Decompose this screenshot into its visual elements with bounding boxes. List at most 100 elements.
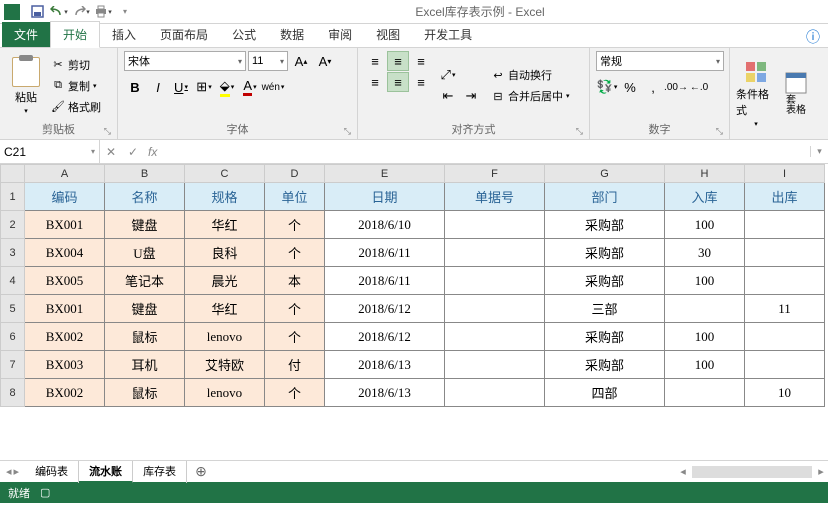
cell[interactable]: 艾特欧: [185, 351, 265, 379]
cell[interactable]: 30: [665, 239, 745, 267]
expand-formula-bar[interactable]: ▾: [810, 146, 828, 157]
merge-center-button[interactable]: ⊟合并后居中▾: [489, 86, 572, 106]
qat-customize[interactable]: ▾: [114, 2, 136, 22]
cell[interactable]: 个: [265, 295, 325, 323]
header-cell[interactable]: 名称: [105, 183, 185, 211]
formatpainter-button[interactable]: 🖌格式刷: [49, 97, 103, 117]
cell[interactable]: BX002: [25, 323, 105, 351]
font-size-combo[interactable]: 11▾: [248, 51, 288, 71]
hscrollbar[interactable]: [692, 466, 812, 478]
cell[interactable]: 100: [665, 267, 745, 295]
cell[interactable]: 晨光: [185, 267, 265, 295]
cell[interactable]: 个: [265, 211, 325, 239]
header-cell[interactable]: 出库: [745, 183, 825, 211]
col-header[interactable]: F: [445, 165, 545, 183]
cell[interactable]: [745, 239, 825, 267]
cancel-formula-icon[interactable]: ✕: [100, 145, 122, 159]
cell[interactable]: BX003: [25, 351, 105, 379]
border-button[interactable]: ⊞▾: [193, 77, 215, 97]
hscroll-right[interactable]: ▸: [814, 465, 828, 478]
cell[interactable]: 100: [665, 323, 745, 351]
dialog-launcher-icon[interactable]: ⤡: [104, 126, 111, 137]
cell[interactable]: 良科: [185, 239, 265, 267]
enter-formula-icon[interactable]: ✓: [122, 145, 144, 159]
underline-button[interactable]: U▾: [170, 77, 192, 97]
cell[interactable]: BX002: [25, 379, 105, 407]
font-color-button[interactable]: A▾: [239, 77, 261, 97]
cell[interactable]: 2018/6/11: [325, 267, 445, 295]
header-cell[interactable]: 部门: [545, 183, 665, 211]
col-header[interactable]: D: [265, 165, 325, 183]
cell[interactable]: [445, 211, 545, 239]
header-cell[interactable]: 规格: [185, 183, 265, 211]
number-format-combo[interactable]: 常规▾: [596, 51, 724, 71]
tab-formulas[interactable]: 公式: [220, 22, 268, 47]
header-cell[interactable]: 入库: [665, 183, 745, 211]
cell[interactable]: [745, 323, 825, 351]
italic-button[interactable]: I: [147, 77, 169, 97]
select-all-corner[interactable]: [1, 165, 25, 183]
tab-review[interactable]: 审阅: [316, 22, 364, 47]
quickprint-button[interactable]: ▾: [92, 2, 114, 22]
cell[interactable]: 11: [745, 295, 825, 323]
fill-color-button[interactable]: ⬙▾: [216, 77, 238, 97]
row-header[interactable]: 7: [1, 351, 25, 379]
font-name-combo[interactable]: 宋体▾: [124, 51, 246, 71]
cell[interactable]: [445, 295, 545, 323]
cell[interactable]: [665, 295, 745, 323]
cell[interactable]: 2018/6/13: [325, 379, 445, 407]
cell[interactable]: 鼠标: [105, 379, 185, 407]
dialog-launcher-icon[interactable]: ⤡: [344, 126, 351, 137]
header-cell[interactable]: 单据号: [445, 183, 545, 211]
cell[interactable]: 2018/6/10: [325, 211, 445, 239]
conditional-format-button[interactable]: 条件格式▾: [736, 51, 776, 137]
cell[interactable]: 采购部: [545, 239, 665, 267]
header-cell[interactable]: 日期: [325, 183, 445, 211]
cell[interactable]: [445, 323, 545, 351]
align-center-button[interactable]: ≡: [387, 72, 409, 92]
header-cell[interactable]: 单位: [265, 183, 325, 211]
cell[interactable]: 耳机: [105, 351, 185, 379]
save-button[interactable]: [26, 2, 48, 22]
orientation-button[interactable]: ⤢▾: [437, 65, 459, 85]
col-header[interactable]: B: [105, 165, 185, 183]
cell[interactable]: [445, 379, 545, 407]
tab-developer[interactable]: 开发工具: [412, 22, 484, 47]
align-middle-button[interactable]: ≡: [387, 51, 409, 71]
cell[interactable]: 采购部: [545, 323, 665, 351]
row-header[interactable]: 2: [1, 211, 25, 239]
row-header[interactable]: 5: [1, 295, 25, 323]
cell[interactable]: BX001: [25, 211, 105, 239]
sheet-tab[interactable]: 库存表: [133, 461, 187, 483]
cell[interactable]: 鼠标: [105, 323, 185, 351]
cell[interactable]: [745, 267, 825, 295]
sheet-nav-next[interactable]: ▸: [14, 465, 20, 478]
col-header[interactable]: A: [25, 165, 105, 183]
format-table-button[interactable]: 套 表格: [779, 51, 813, 137]
tab-view[interactable]: 视图: [364, 22, 412, 47]
cell[interactable]: 采购部: [545, 267, 665, 295]
cell[interactable]: 100: [665, 211, 745, 239]
new-sheet-button[interactable]: ⊕: [187, 463, 215, 480]
bold-button[interactable]: B: [124, 77, 146, 97]
sheet-tab[interactable]: 流水账: [79, 461, 133, 483]
macro-record-icon[interactable]: ▢: [40, 486, 50, 499]
fx-icon[interactable]: fx: [144, 145, 161, 159]
cell[interactable]: BX004: [25, 239, 105, 267]
grow-font-button[interactable]: A▴: [290, 51, 312, 71]
cell[interactable]: 100: [665, 351, 745, 379]
header-cell[interactable]: 编码: [25, 183, 105, 211]
increase-decimal-button[interactable]: .00→: [665, 77, 687, 97]
cell[interactable]: [445, 267, 545, 295]
col-header[interactable]: E: [325, 165, 445, 183]
align-bottom-button[interactable]: ≡: [410, 51, 432, 71]
undo-button[interactable]: ▾: [48, 2, 70, 22]
hscroll-left[interactable]: ◂: [676, 465, 690, 478]
row-header[interactable]: 4: [1, 267, 25, 295]
cell[interactable]: 三部: [545, 295, 665, 323]
cell[interactable]: U盘: [105, 239, 185, 267]
row-header[interactable]: 6: [1, 323, 25, 351]
cell[interactable]: 四部: [545, 379, 665, 407]
phonetic-button[interactable]: wén▾: [262, 77, 284, 97]
cell[interactable]: [745, 211, 825, 239]
